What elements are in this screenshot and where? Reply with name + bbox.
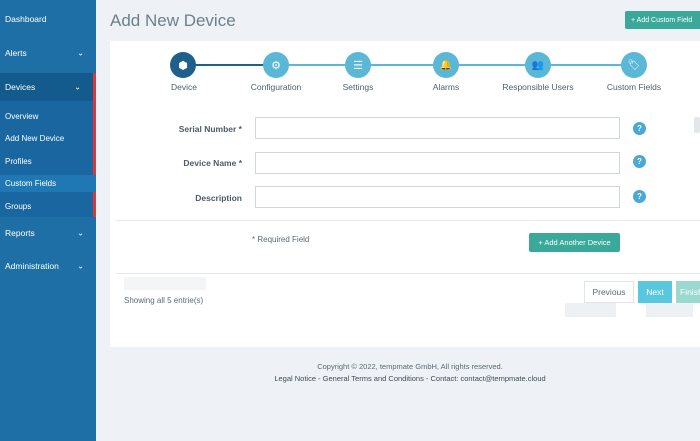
pagination-page[interactable] bbox=[616, 303, 646, 317]
step-device-cube-icon[interactable]: ⬢ bbox=[170, 52, 196, 78]
chevron-down-icon: ⌄ bbox=[77, 228, 84, 238]
sidebar-item-dashboard[interactable]: Dashboard bbox=[0, 8, 96, 30]
device-name-input[interactable] bbox=[255, 152, 620, 174]
description-input[interactable] bbox=[255, 186, 620, 208]
footer-links[interactable]: Legal Notice - General Terms and Conditi… bbox=[110, 374, 700, 383]
sidebar-subitem-label: Custom Fields bbox=[5, 179, 57, 188]
sidebar-item-devices[interactable]: Devices ⌄ bbox=[0, 73, 96, 101]
step-alarms-bell-icon[interactable]: 🔔 bbox=[433, 52, 459, 78]
chevron-down-icon: ⌄ bbox=[77, 48, 84, 58]
sidebar-item-label: Reports bbox=[5, 228, 35, 238]
help-icon[interactable]: ? bbox=[633, 155, 646, 168]
sidebar-subitem-overview[interactable]: Overview bbox=[0, 108, 96, 124]
entries-info: Showing all 5 entrie(s) bbox=[124, 296, 204, 305]
add-custom-field-button[interactable]: + Add Custom Field bbox=[625, 11, 700, 29]
step-label-configuration: Configuration bbox=[250, 82, 302, 92]
footer-copyright: Copyright © 2022, tempmate GmbH, All rig… bbox=[317, 362, 503, 371]
sidebar-subitem-label: Groups bbox=[5, 201, 32, 211]
sidebar-item-label: Administration bbox=[5, 261, 59, 271]
sidebar-subitem-profiles[interactable]: Profiles bbox=[0, 153, 96, 169]
chevron-down-icon: ⌄ bbox=[77, 261, 84, 271]
step-settings-sliders-icon[interactable]: ☰ bbox=[345, 52, 371, 78]
required-field-note: * Required Field bbox=[252, 235, 310, 244]
page-title: Add New Device bbox=[110, 11, 236, 30]
description-label: Description bbox=[195, 193, 242, 203]
step-connector bbox=[183, 64, 273, 66]
step-label-alarms: Alarms bbox=[432, 82, 460, 92]
sidebar-subitem-label: Profiles bbox=[5, 156, 32, 166]
step-label-custom-fields: Custom Fields bbox=[606, 82, 662, 92]
sidebar-subitem-label: Overview bbox=[5, 111, 39, 121]
step-label-responsible-users: Responsible Users bbox=[502, 82, 574, 92]
serial-number-label: Serial Number * bbox=[178, 124, 242, 134]
step-configuration-gears-icon[interactable]: ⚙ bbox=[263, 52, 289, 78]
sidebar-item-label: Alerts bbox=[5, 48, 27, 58]
scrollbar-handle[interactable] bbox=[694, 117, 700, 133]
divider bbox=[116, 273, 700, 274]
step-responsible-users-users-icon[interactable]: 👥 bbox=[525, 52, 551, 78]
chevron-down-icon: ⌄ bbox=[74, 82, 81, 92]
sidebar-item-label: Dashboard bbox=[5, 14, 47, 24]
help-icon[interactable]: ? bbox=[633, 122, 646, 135]
serial-number-input[interactable] bbox=[255, 117, 620, 139]
sidebar-subitem-custom-fields[interactable]: Custom Fields bbox=[0, 175, 96, 192]
sidebar-subitem-add-new-device[interactable]: Add New Device bbox=[0, 130, 96, 146]
divider bbox=[116, 220, 700, 221]
step-label-settings: Settings bbox=[342, 82, 374, 92]
sidebar: Dashboard Alerts ⌄ Devices ⌄ Overview Ad… bbox=[0, 0, 96, 441]
device-name-label: Device Name * bbox=[183, 158, 242, 168]
sidebar-subitem-label: Add New Device bbox=[5, 133, 65, 143]
sidebar-item-reports[interactable]: Reports ⌄ bbox=[0, 222, 96, 244]
help-icon[interactable]: ? bbox=[633, 190, 646, 203]
add-another-device-button[interactable]: + Add Another Device bbox=[529, 233, 620, 252]
sidebar-item-alerts[interactable]: Alerts ⌄ bbox=[0, 42, 96, 64]
table-length-select[interactable] bbox=[124, 277, 206, 290]
sidebar-item-label: Devices bbox=[5, 82, 36, 92]
sidebar-item-administration[interactable]: Administration ⌄ bbox=[0, 255, 96, 277]
step-label-device: Device bbox=[171, 82, 197, 92]
previous-button[interactable]: Previous bbox=[584, 281, 634, 303]
finish-button[interactable]: Finish bbox=[676, 281, 700, 303]
sidebar-subitem-groups[interactable]: Groups bbox=[0, 198, 96, 214]
step-custom-fields-tags-icon[interactable]: 🏷 bbox=[621, 52, 647, 78]
next-button[interactable]: Next bbox=[638, 281, 672, 303]
